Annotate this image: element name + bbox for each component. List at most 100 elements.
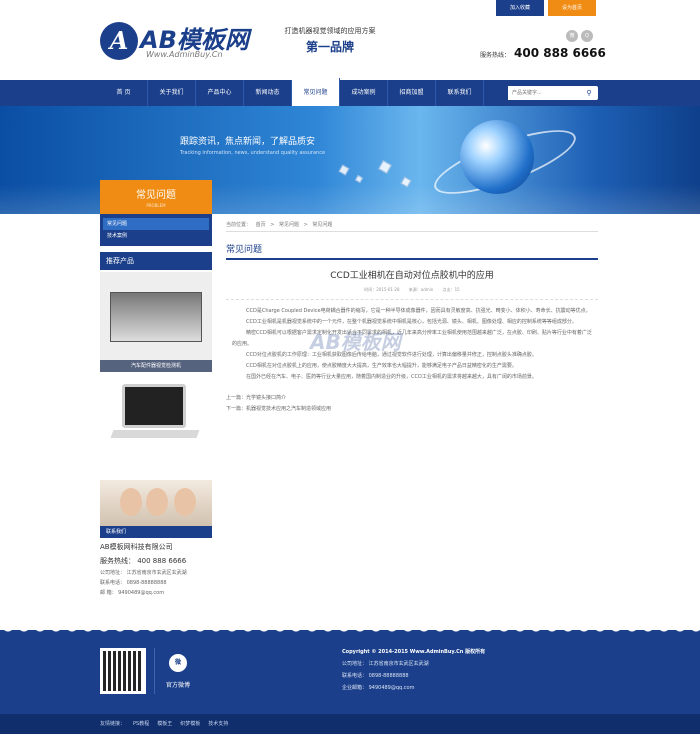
sidebar-title: 常见问题 [136, 190, 176, 201]
prev-next-links: 上一篇：光学镜头接口简介 下一篇：机器视觉技术应用之汽车制造领域应用 [226, 393, 598, 415]
nav-item-about[interactable]: 关于我们 [148, 80, 196, 106]
footer-copyright: Copyright © 2014-2015 Www.AdminBuy.Cn 版权… [342, 649, 486, 655]
contact-caption[interactable]: 联系我们 [100, 526, 212, 538]
friend-link[interactable]: 技术支持 [208, 714, 228, 734]
article-paragraph: 精密CCD相机可以根据客户需求定制化开发出适合不同需求的相机，近几年来高分辨率工… [232, 330, 592, 347]
prev-article-link[interactable]: 上一篇：光学镜头接口简介 [226, 393, 598, 404]
slogan-line2: 第一品牌 [305, 40, 354, 54]
article-paragraph: CCD对位点胶机的工作原理：工业相机获取图像后传给电脑，通过视觉软件进行处理，计… [246, 352, 537, 358]
article-date: 时间：2015-01-28 [364, 287, 400, 292]
banner-subtitle: Tracking information, news, understand q… [180, 150, 326, 156]
footer-address: 公司地址： 江苏省南京市玄武区玄武湖 [342, 661, 429, 667]
breadcrumb-category[interactable]: 常见问题 [279, 222, 299, 228]
topbar: 加入收藏 设为首页 [496, 0, 596, 16]
sidebar-item-faq[interactable]: 常见问题 [103, 218, 209, 230]
friend-link[interactable]: PS教程 [133, 714, 149, 734]
search-input[interactable] [508, 86, 582, 100]
article-body: CCD是Charge Coupled Device电荷耦合器件的缩写，它是一种半… [226, 306, 598, 383]
friend-links-list: 友情链接： PS教程 模板王 织梦模板 技术支持 [100, 714, 228, 734]
header-slogan: 打造机器视觉领域的应用方案 第一品牌 [274, 26, 386, 55]
main-content: 当前位置： 首页 > 常见问题 > 常见问题 常见问题 CCD工业相机在自动对位… [226, 218, 598, 415]
product-card[interactable] [100, 374, 212, 474]
footer-info: Copyright © 2014-2015 Www.AdminBuy.Cn 版权… [342, 646, 485, 694]
laptop-base [110, 430, 200, 438]
nav-item-cases[interactable]: 成功案例 [340, 80, 388, 106]
friend-link[interactable]: 模板王 [157, 714, 172, 734]
friend-link[interactable]: 织梦模板 [180, 714, 200, 734]
weibo-icon: 微 [169, 654, 187, 672]
contact-image: 联系我们 [100, 480, 212, 538]
search-icon[interactable]: ⚲ [582, 86, 596, 100]
contact-tel: 联系电话： 0898-88888888 [100, 580, 167, 586]
logo-url: Www.AdminBuy.Cn [146, 50, 223, 59]
person-image [146, 488, 168, 516]
footer-divider [154, 648, 155, 694]
banner-title: 跟踪资讯，焦点新闻，了解品质安 [180, 137, 316, 147]
sidebar: 常见问题 PROBLEM 常见问题 技术案例 推荐产品 汽车配件器视觉检测机 联… [100, 180, 212, 599]
page: 加入收藏 设为首页 A AB模板网 Www.AdminBuy.Cn 打造机器视觉… [0, 0, 700, 734]
product-image [122, 384, 186, 428]
cube-decoration [338, 164, 350, 176]
main-nav: 首 页 关于我们 产品中心 新闻动态 常见问题 成功案例 招商加盟 联系我们 ⚲ [0, 78, 700, 106]
watermark: AB模板网 [310, 330, 401, 354]
qr-code-pattern [103, 651, 143, 691]
article-meta: 时间：2015-01-28 来源：admin 点击：15 [226, 287, 598, 300]
article-source: 来源：admin [408, 287, 434, 292]
person-image [174, 488, 196, 516]
cube-decoration [354, 174, 364, 184]
site-logo[interactable]: A AB模板网 Www.AdminBuy.Cn [100, 18, 270, 68]
social-icons: 微 Q [566, 30, 593, 42]
person-image [120, 488, 142, 516]
cube-decoration [378, 160, 392, 174]
nav-item-join[interactable]: 招商加盟 [388, 80, 436, 106]
slogan-line1: 打造机器视觉领域的应用方案 [284, 27, 376, 35]
section-title: 常见问题 [226, 242, 598, 260]
sidebar-header: 常见问题 PROBLEM [100, 180, 212, 214]
product-caption[interactable]: 汽车配件器视觉检测机 [100, 360, 212, 372]
breadcrumb-sep: > [270, 222, 275, 228]
search-box: ⚲ [508, 86, 598, 100]
set-homepage-link[interactable]: 设为首页 [548, 0, 596, 16]
article-title: CCD工业相机在自动对位点胶机中的应用 [330, 271, 494, 281]
footer-email: 企业邮箱： 9490489@qq.com [342, 685, 415, 691]
nav-item-products[interactable]: 产品中心 [196, 80, 244, 106]
hotline-label: 服务热线： [480, 52, 511, 59]
breadcrumb-label: 当前位置： [226, 222, 252, 228]
friend-links-label: 友情链接： [100, 721, 126, 727]
add-favorite-link[interactable]: 加入收藏 [496, 0, 544, 16]
article-paragraph: 在国外已经在汽车、电子、医药等行业大量应用，随着国内制造业的升级，CCD工业相机… [246, 374, 537, 380]
article-paragraph: CCD工业相机是机器视觉系统中的一个元件，在整个机器视觉系统中相机是核心，包括光… [246, 319, 577, 325]
sidebar-subtitle: PROBLEM [146, 203, 166, 208]
footer-wave [0, 626, 700, 632]
qq-icon[interactable]: Q [581, 30, 593, 42]
product-image [110, 292, 202, 342]
nav-items: 首 页 关于我们 产品中心 新闻动态 常见问题 成功案例 招商加盟 联系我们 [100, 78, 484, 106]
sidebar-menu: 常见问题 技术案例 [100, 214, 212, 246]
breadcrumb-current[interactable]: 常见问题 [312, 222, 332, 228]
recommend-header: 推荐产品 [100, 252, 212, 270]
weibo-icon[interactable]: 微 [566, 30, 578, 42]
breadcrumb-home[interactable]: 首页 [256, 222, 266, 228]
article-hits: 点击：15 [442, 287, 460, 292]
contact-address: 公司地址： 江苏省南京市玄武区玄武湖 [100, 570, 187, 576]
hotline-number: 400 888 6666 [514, 46, 606, 60]
contact-info: AB模板网科技有限公司 服务热线： 400 888 6666 公司地址： 江苏省… [100, 542, 212, 596]
nav-item-news[interactable]: 新闻动态 [244, 80, 292, 106]
footer: 微 官方微博 Copyright © 2014-2015 Www.AdminBu… [0, 626, 700, 714]
hotline: 服务热线： 400 888 6666 [480, 46, 606, 60]
globe-image [460, 120, 534, 194]
sidebar-item-tech[interactable]: 技术案例 [103, 230, 209, 242]
article-paragraph: CCD是Charge Coupled Device电荷耦合器件的缩写，它是一种半… [246, 308, 591, 314]
qr-code [100, 648, 146, 694]
nav-item-faq[interactable]: 常见问题 [292, 78, 340, 106]
next-article-link[interactable]: 下一篇：机器视觉技术应用之汽车制造领域应用 [226, 404, 598, 415]
friend-links: 友情链接： PS教程 模板王 织梦模板 技术支持 [0, 714, 700, 734]
product-card[interactable]: 汽车配件器视觉检测机 [100, 272, 212, 372]
article-paragraph: CCD相机在对位点胶机上的应用，使点胶精度大大提高，生产效率也大幅提升，能够满足… [246, 363, 517, 369]
nav-item-home[interactable]: 首 页 [100, 80, 148, 106]
contact-email: 邮 箱： 9490489@qq.com [100, 590, 165, 596]
footer-phone: 联系电话： 0898-88888888 [342, 673, 409, 679]
company-name: AB模板网科技有限公司 [100, 543, 173, 551]
weibo-link[interactable]: 微 官方微博 [160, 654, 196, 689]
nav-item-contact[interactable]: 联系我们 [436, 80, 484, 106]
